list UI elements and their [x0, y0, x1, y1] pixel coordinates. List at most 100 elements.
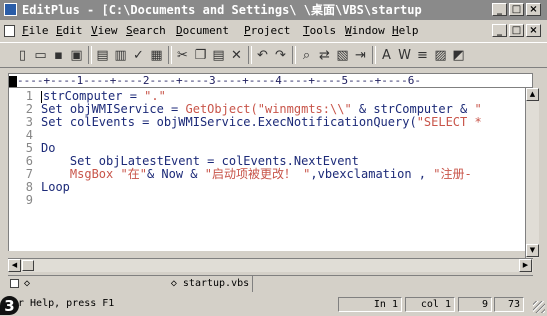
code-token: Loop — [41, 180, 70, 194]
status-file-size: 73 — [494, 297, 524, 312]
ruler-cursor-marker — [9, 75, 17, 87]
menu-search[interactable]: Search — [126, 21, 166, 41]
font-icon[interactable]: A — [378, 47, 395, 64]
code-token: " — [474, 102, 482, 116]
code-editor[interactable]: 123456789 strComputer = "." Set objWMISer… — [8, 88, 526, 251]
save-icon[interactable]: ▪ — [50, 47, 67, 64]
step-number-badge: 3 — [0, 296, 19, 315]
word-wrap-icon[interactable]: ≡ — [414, 47, 431, 64]
code-token: "启动项被更改！ " — [204, 167, 311, 181]
code-line[interactable] — [41, 194, 482, 207]
tab-label: startup.vbs — [182, 278, 250, 289]
code-token: Set objLatestEvent = colEvents.NextEvent — [41, 154, 359, 168]
code-token: "." — [144, 89, 166, 103]
menu-tools[interactable]: Tools — [303, 21, 336, 41]
delete-icon[interactable]: ✕ — [228, 47, 245, 64]
cut-icon[interactable]: ✂ — [174, 47, 191, 64]
code-token: & strComputer & — [351, 102, 475, 116]
column-ruler: ----+----1----+----2----+----3----+----4… — [8, 73, 533, 88]
code-line[interactable]: Loop — [41, 181, 482, 194]
menu-window[interactable]: Window — [345, 21, 385, 41]
print-preview-icon[interactable]: ▤ — [94, 47, 111, 64]
redo-icon[interactable]: ↷ — [272, 47, 289, 64]
code-token: Set objWMIService = — [41, 102, 186, 116]
document-list-icon[interactable] — [10, 279, 19, 288]
scroll-down-button[interactable]: ▼ — [526, 244, 539, 257]
code-token: Set colEvents = objWMIService.ExecNotifi… — [41, 115, 417, 129]
code-token: & Now & — [146, 167, 205, 181]
code-token: ,vbexclamation , — [310, 167, 434, 181]
tab-startup-vbs[interactable]: ◇ startup.vbs — [168, 276, 253, 292]
menu-project[interactable]: Project — [244, 21, 290, 41]
code-token: "SELECT * — [416, 115, 482, 129]
clipboard-icon[interactable]: ▧ — [334, 47, 351, 64]
resize-grip[interactable] — [533, 301, 545, 313]
code-text[interactable]: strComputer = "." Set objWMIService = Get… — [41, 90, 482, 207]
open-icon[interactable]: ▭ — [32, 47, 49, 64]
title-bar: EditPlus - [C:\Documents and Settings\ \… — [0, 0, 547, 20]
scroll-up-button[interactable]: ▲ — [526, 88, 539, 101]
status-line-number: In 1 — [338, 297, 402, 312]
code-token: GetObject("winmgmts:\\" — [185, 102, 352, 116]
scroll-right-button[interactable]: ▶ — [519, 259, 532, 272]
close-button[interactable]: × — [526, 3, 541, 16]
code-line[interactable] — [41, 129, 482, 142]
line-number: 9 — [25, 193, 33, 207]
editplus-app-icon[interactable] — [4, 3, 17, 16]
indent-icon[interactable]: ⇥ — [352, 47, 369, 64]
tab-separator-icon: ◇ — [24, 278, 31, 289]
toolbar-separator — [372, 46, 376, 64]
scroll-left-button[interactable]: ◀ — [8, 259, 21, 272]
toolbar: ▯ ▭ ▪ ▣ ▤ ▥ ✓ ▦ ✂ ❐ ▤ ✕ ↶ ↷ ⌕ ⇄ ▧ ⇥ A W … — [0, 42, 547, 68]
vertical-scrollbar[interactable]: ▲ ▼ — [525, 88, 539, 258]
spellcheck-icon[interactable]: ✓ — [130, 47, 147, 64]
document-controls: _ □ × — [492, 24, 541, 37]
maximize-button[interactable]: □ — [509, 3, 524, 16]
code-token: MsgBox — [41, 167, 121, 181]
document-tabs: ◇ ◇ startup.vbs — [8, 275, 533, 292]
toolbar-separator — [168, 46, 172, 64]
menu-file[interactable]: File — [22, 21, 49, 41]
find-icon[interactable]: ⌕ — [298, 47, 315, 64]
ruler-scale: ----+----1----+----2----+----3----+----4… — [17, 74, 421, 87]
menu-bar: File Edit View Search Document Project T… — [0, 21, 547, 41]
doc-restore-button[interactable]: □ — [509, 24, 524, 37]
horizontal-scrollbar[interactable]: ◀ ▶ — [8, 258, 533, 272]
html-icon[interactable]: ◩ — [450, 47, 467, 64]
text-caret — [41, 90, 42, 103]
paste-icon[interactable]: ▤ — [210, 47, 227, 64]
code-token: "在" — [120, 167, 147, 181]
bold-icon[interactable]: W — [396, 47, 413, 64]
replace-icon[interactable]: ⇄ — [316, 47, 333, 64]
new-icon[interactable]: ▯ — [14, 47, 31, 64]
copy-icon[interactable]: ❐ — [192, 47, 209, 64]
toolbar-separator — [88, 46, 92, 64]
toolbar-separator — [292, 46, 296, 64]
code-token: "注册- — [433, 167, 472, 181]
save-all-icon[interactable]: ▣ — [68, 47, 85, 64]
menu-view[interactable]: View — [91, 21, 118, 41]
code-line[interactable]: MsgBox "在"& Now & "启动项被更改！ ",vbexclamati… — [41, 168, 482, 181]
code-token: Do — [41, 141, 56, 155]
document-icon[interactable] — [4, 25, 15, 37]
horizontal-scroll-thumb[interactable] — [22, 260, 34, 271]
status-help-text: r Help, press F1 — [18, 298, 115, 309]
menu-document[interactable]: Document — [176, 21, 229, 41]
doc-minimize-button[interactable]: _ — [492, 24, 507, 37]
minimize-button[interactable]: _ — [492, 3, 507, 16]
menu-help[interactable]: Help — [392, 21, 419, 41]
doc-close-button[interactable]: × — [526, 24, 541, 37]
browser-icon[interactable]: ▦ — [148, 47, 165, 64]
status-line-count: 9 — [458, 297, 492, 312]
window-title: EditPlus - [C:\Documents and Settings\ \… — [22, 3, 422, 17]
code-token: strComputer = — [43, 89, 145, 103]
line-number-gutter: 123456789 — [9, 90, 33, 207]
hex-icon[interactable]: ▨ — [432, 47, 449, 64]
code-line[interactable]: Set colEvents = objWMIService.ExecNotifi… — [41, 116, 482, 129]
status-bar: r Help, press F1 In 1 col 1 9 73 — [0, 295, 547, 315]
print-icon[interactable]: ▥ — [112, 47, 129, 64]
undo-icon[interactable]: ↶ — [254, 47, 271, 64]
toolbar-separator — [248, 46, 252, 64]
window-controls: _ □ × — [492, 3, 541, 16]
menu-edit[interactable]: Edit — [56, 21, 83, 41]
